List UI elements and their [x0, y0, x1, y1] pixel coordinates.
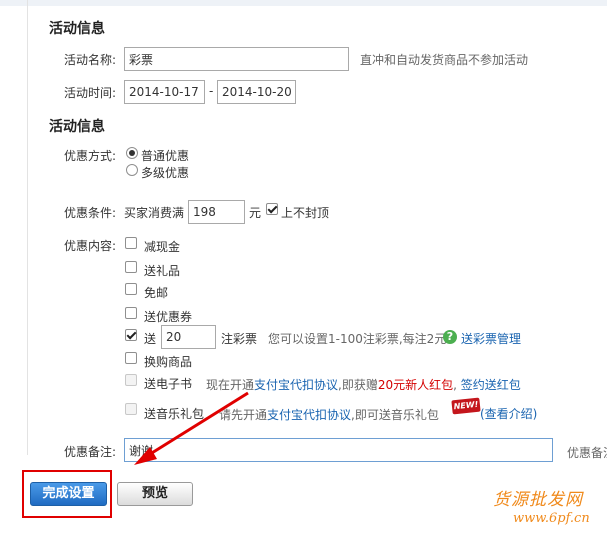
preview-button[interactable]: 预览: [117, 482, 193, 506]
watermark-title: 货源批发网: [493, 490, 583, 510]
submit-button[interactable]: 完成设置: [30, 482, 107, 506]
annotation-arrow-icon: [134, 391, 249, 465]
watermark-url: www.6pf.cn: [513, 511, 590, 526]
